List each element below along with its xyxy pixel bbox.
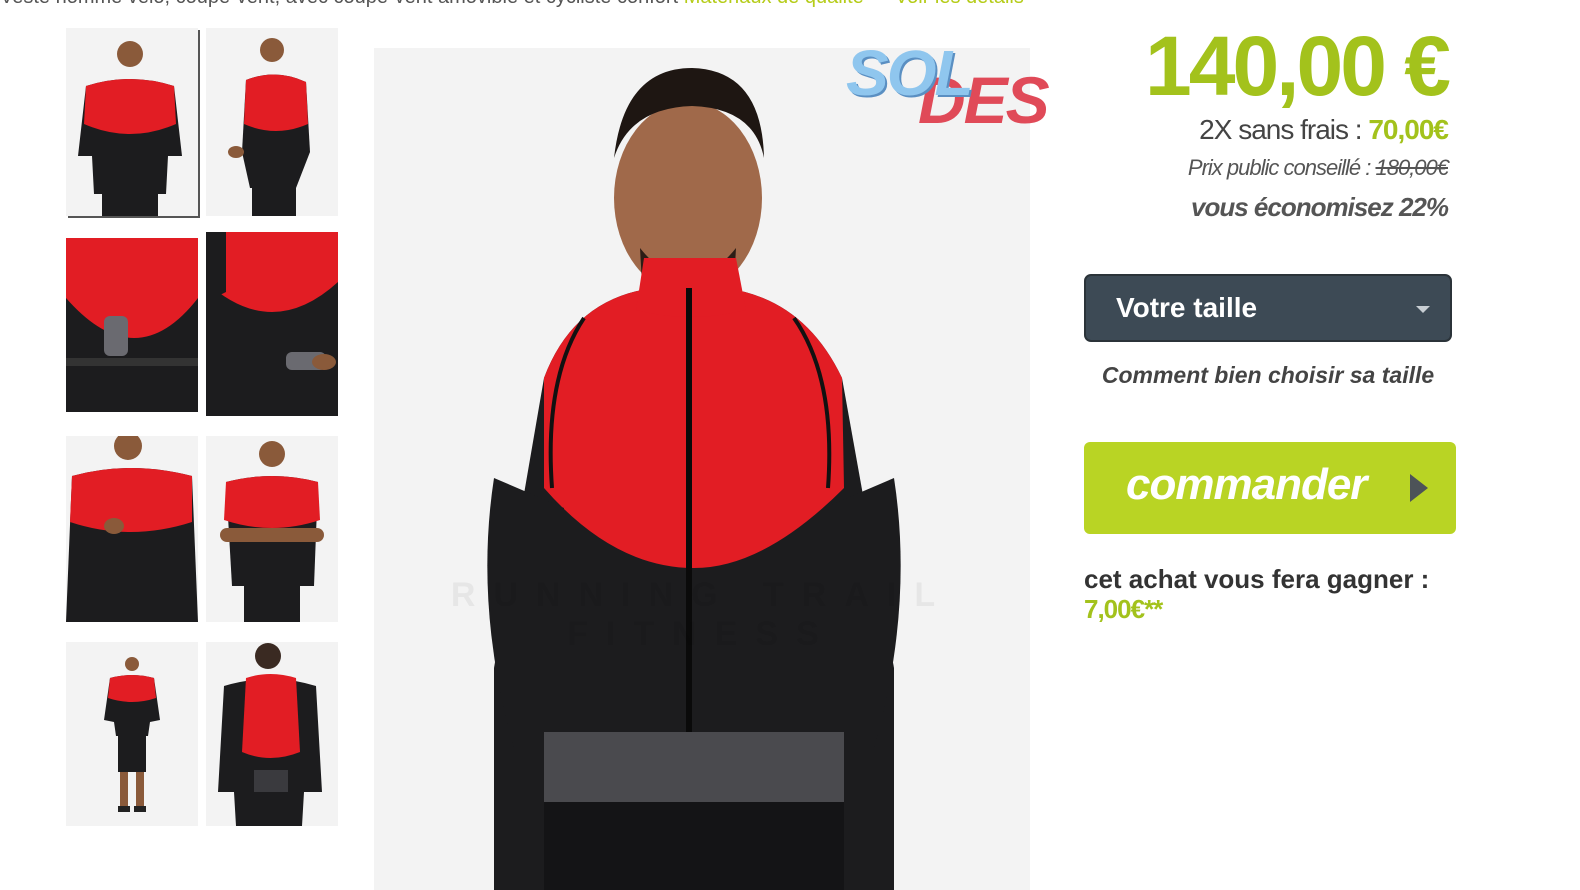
loyalty-value: 7,00€** bbox=[1084, 594, 1163, 624]
order-button-label: commander bbox=[1126, 460, 1367, 509]
thumbnail-8[interactable] bbox=[206, 642, 338, 826]
size-select[interactable]: Votre taille bbox=[1084, 274, 1452, 342]
public-price-label: Prix public conseillé : bbox=[1187, 155, 1376, 180]
size-guide-link[interactable]: Comment bien choisir sa taille bbox=[1084, 362, 1452, 389]
price-block: 140,00 € 2X sans frais : 70,00€ Prix pub… bbox=[1096, 19, 1451, 223]
chevron-down-icon bbox=[1416, 306, 1430, 313]
savings-text: vous économisez 22% bbox=[1191, 192, 1449, 222]
play-arrow-icon bbox=[1410, 474, 1428, 502]
breadcrumb-highlight[interactable]: Matériaux de qualité — Voir les détails bbox=[684, 0, 1024, 8]
thumbnail-4[interactable] bbox=[206, 232, 338, 416]
main-product-image[interactable]: RUNNING TRAIL FITNESS bbox=[374, 48, 1030, 890]
loyalty-label: cet achat vous fera gagner : bbox=[1084, 564, 1430, 594]
thumbnail-6[interactable] bbox=[206, 436, 338, 622]
thumbnail-2[interactable] bbox=[206, 28, 338, 216]
public-price-value: 180,00€ bbox=[1375, 155, 1449, 180]
public-price: Prix public conseillé : 180,00€ bbox=[1096, 154, 1449, 182]
loyalty-info: cet achat vous fera gagner : 7,00€** bbox=[1084, 564, 1429, 624]
thumbnail-7[interactable] bbox=[66, 642, 198, 826]
installments: 2X sans frais : 70,00€ bbox=[1096, 112, 1449, 148]
order-button[interactable]: commander bbox=[1084, 442, 1456, 534]
thumbnail-1[interactable] bbox=[66, 28, 198, 216]
installments-value: 70,00€ bbox=[1368, 114, 1449, 145]
sale-badge-part1: SOL bbox=[846, 37, 974, 109]
sale-badge: DES SOL bbox=[846, 34, 1066, 137]
image-watermark: RUNNING TRAIL FITNESS bbox=[450, 576, 954, 653]
jacket-photo bbox=[374, 48, 1030, 890]
thumbnail-5[interactable] bbox=[66, 436, 198, 622]
breadcrumb-text: Veste homme vélo, coupe-vent, avec coupe… bbox=[0, 0, 678, 8]
installments-label: 2X sans frais : bbox=[1199, 114, 1369, 145]
main-price: 140,00 € bbox=[1145, 19, 1451, 113]
size-select-label: Votre taille bbox=[1116, 292, 1258, 323]
breadcrumb: Veste homme vélo, coupe-vent, avec coupe… bbox=[0, 0, 1200, 8]
thumbnail-3[interactable] bbox=[66, 238, 198, 412]
